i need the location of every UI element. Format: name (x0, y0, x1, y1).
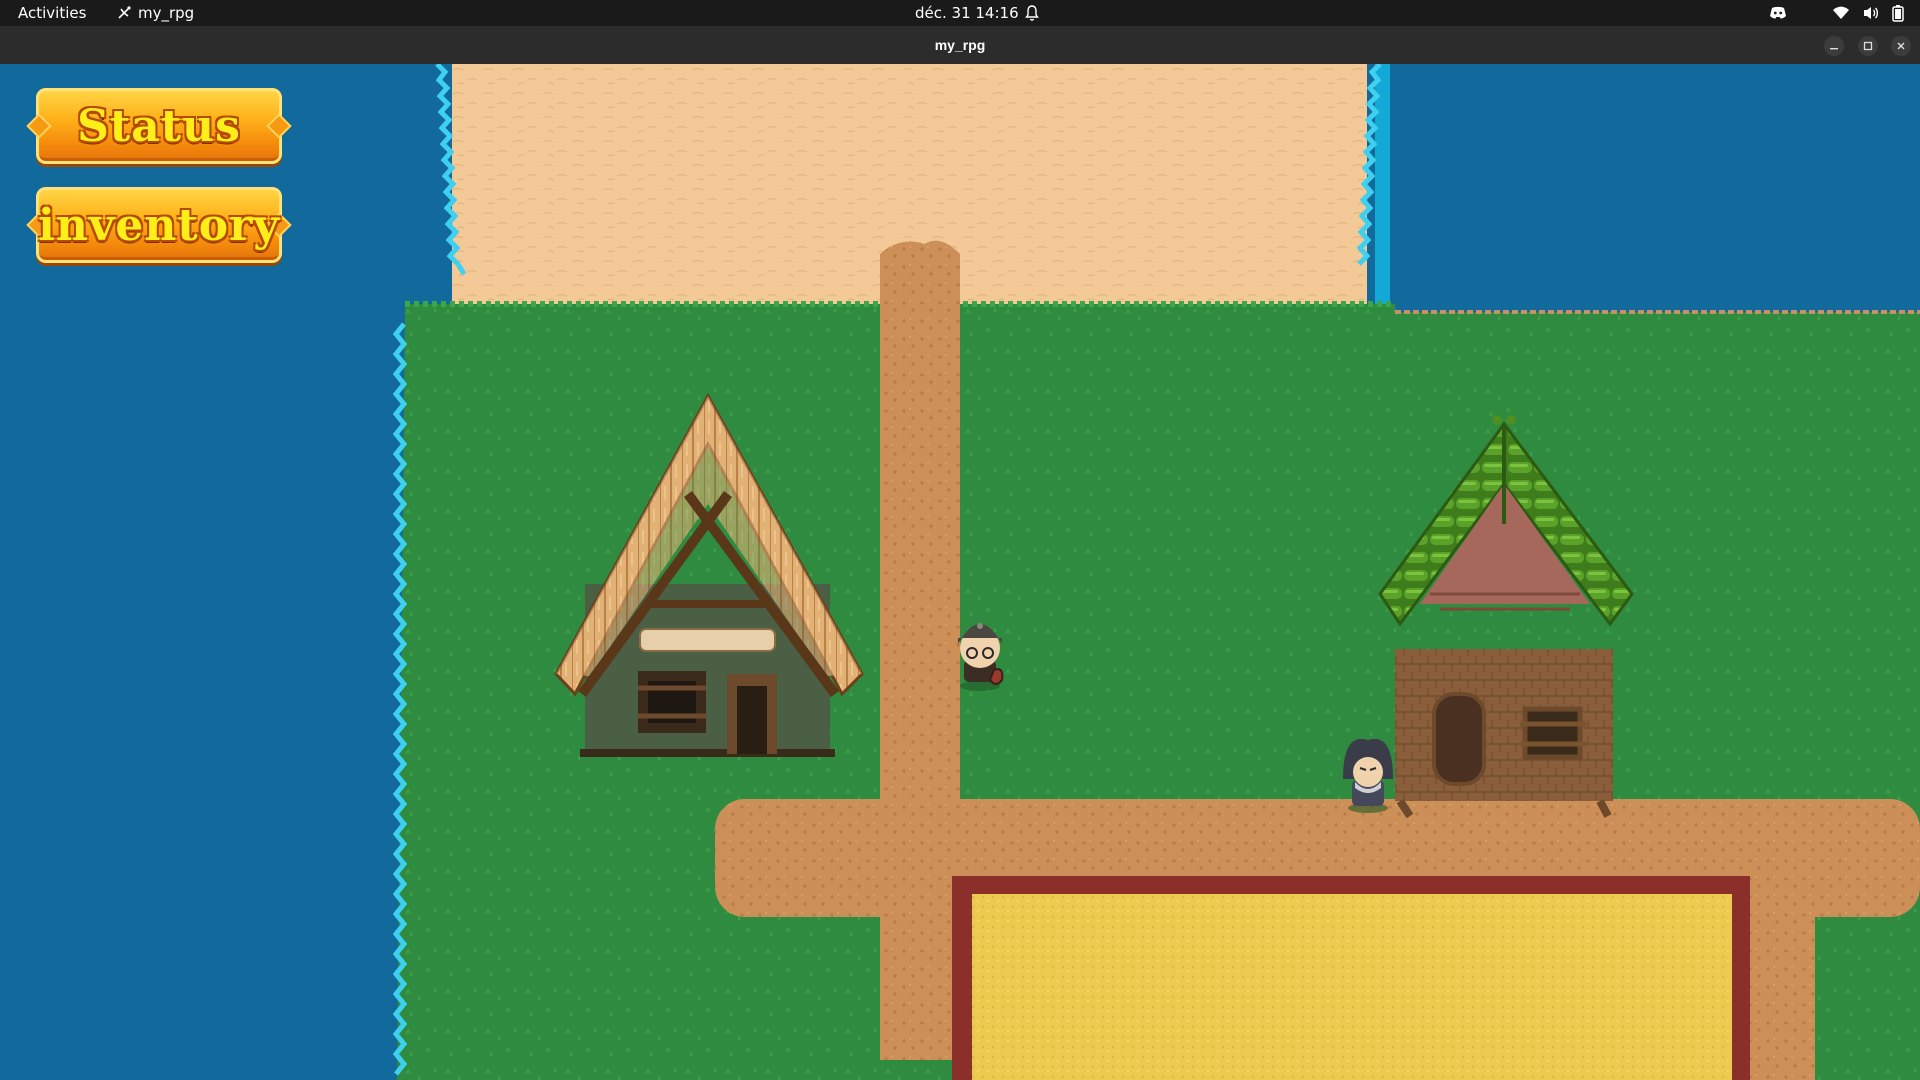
close-icon (1897, 42, 1905, 50)
close-button[interactable] (1891, 36, 1911, 56)
system-top-bar: Activities my_rpg déc. 31 14:16 (0, 0, 1920, 26)
discord-icon[interactable] (1768, 5, 1788, 21)
app-menu[interactable]: my_rpg (116, 0, 194, 26)
status-button-label: Status (77, 100, 241, 152)
maximize-icon (1863, 41, 1873, 51)
app-icon (118, 6, 131, 19)
window-titlebar[interactable]: my_rpg (0, 26, 1920, 65)
inventory-button[interactable]: inventory (36, 187, 282, 263)
minimize-icon (1830, 48, 1838, 50)
wheat-field (952, 876, 1750, 1080)
app-menu-label: my_rpg (138, 4, 195, 22)
clock[interactable]: déc. 31 14:16 (915, 0, 1019, 26)
activities-button[interactable]: Activities (18, 0, 86, 26)
inventory-button-label: inventory (38, 199, 280, 251)
minimize-button[interactable] (1824, 36, 1844, 56)
system-tray[interactable] (1768, 0, 1904, 26)
wifi-icon[interactable] (1832, 5, 1850, 21)
volume-icon[interactable] (1862, 5, 1880, 21)
game-world-map[interactable] (0, 64, 1920, 1080)
battery-icon[interactable] (1892, 4, 1904, 22)
window-title: my_rpg (934, 37, 986, 53)
status-button[interactable]: Status (36, 88, 282, 164)
bell-icon (1024, 4, 1040, 22)
maximize-button[interactable] (1858, 36, 1878, 56)
game-viewport[interactable]: Status inventory (0, 64, 1920, 1080)
